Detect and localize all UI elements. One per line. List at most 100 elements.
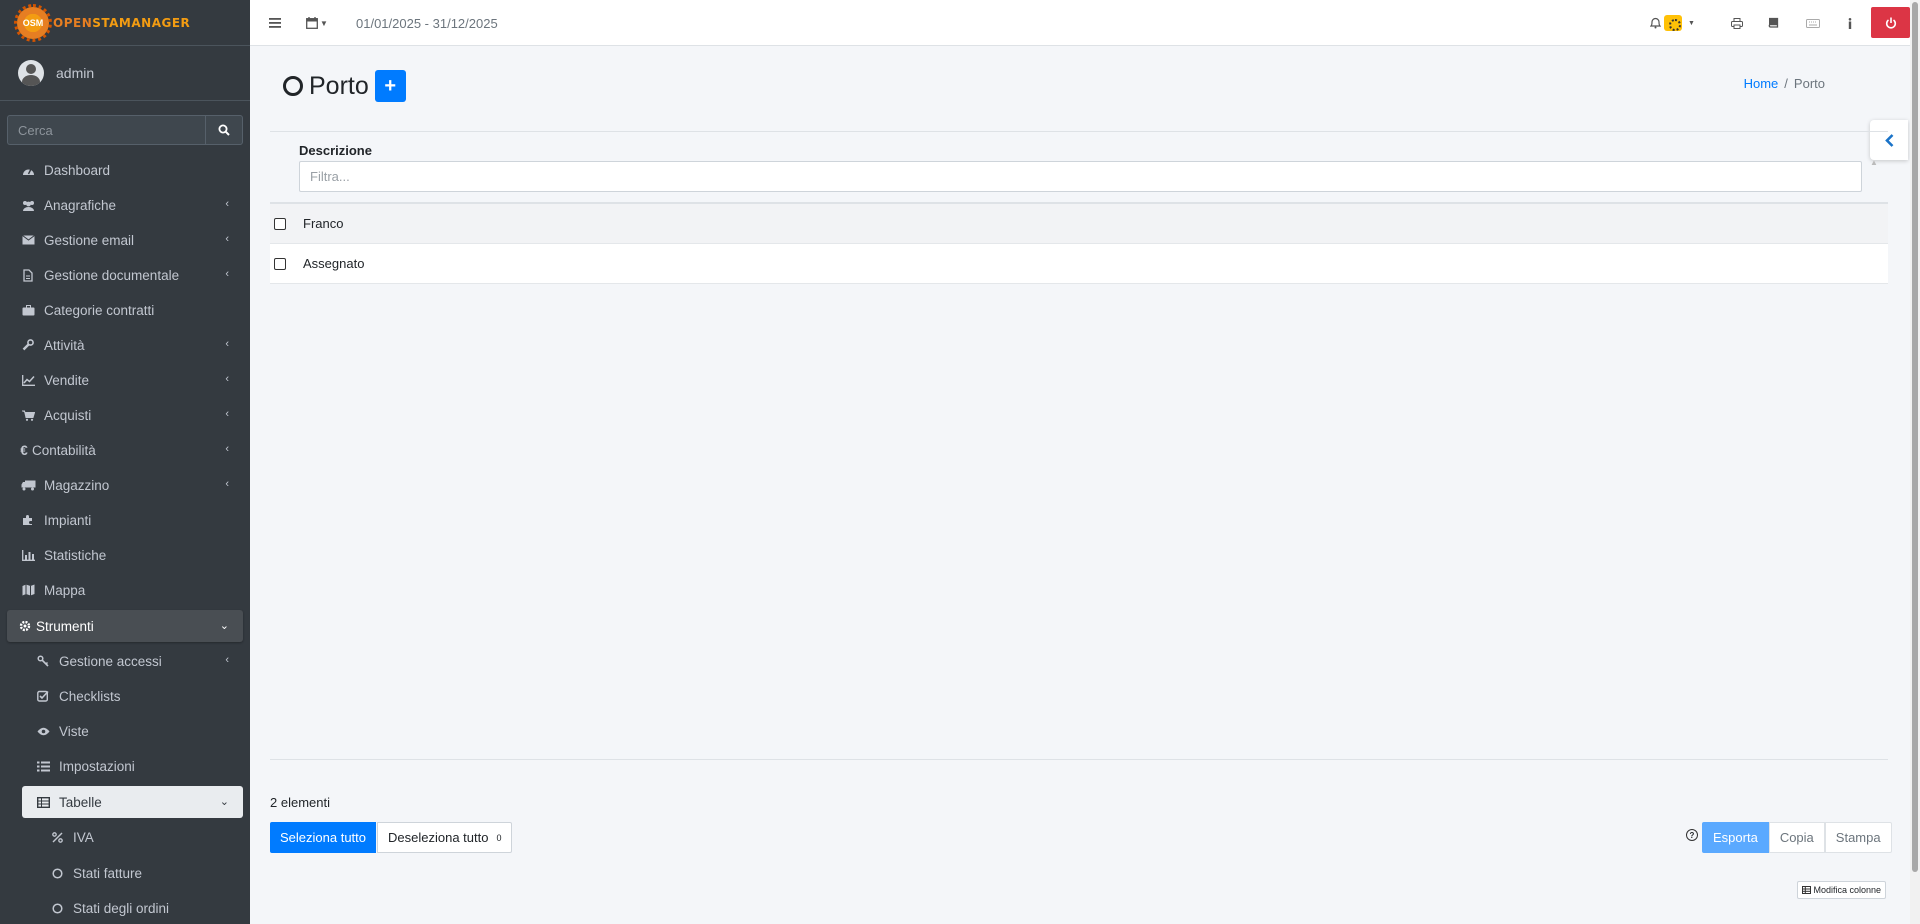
table-row[interactable]: Assegnato (270, 244, 1888, 284)
brand[interactable]: OSM OPENSTAMANAGER (0, 0, 250, 46)
top-navbar: ▼ 01/01/2025 - 31/12/2025 ▼ (250, 0, 1910, 46)
scrollbar-thumb[interactable] (1912, 2, 1918, 872)
select-all-button[interactable]: Seleziona tutto (270, 822, 377, 853)
deselect-all-button[interactable]: Deseleziona tutto 0 (377, 822, 513, 853)
page-scrollbar[interactable] (1910, 0, 1920, 924)
logout-button[interactable] (1871, 7, 1910, 38)
chevron-left-icon: ‹ (225, 268, 229, 280)
cart-icon (19, 410, 37, 421)
chevron-left-icon: ‹ (225, 478, 229, 490)
sidebar-item-tabelle[interactable]: Tabelle ⌄ (22, 786, 243, 818)
breadcrumb: Home / Porto (1744, 76, 1825, 91)
chevron-left-icon: ‹ (225, 373, 229, 385)
row-checkbox[interactable] (274, 257, 286, 270)
envelope-icon (19, 235, 37, 245)
sidebar-item-gestione-documentale[interactable]: Gestione documentale ‹ (7, 259, 243, 291)
sidebar-item-label: Impostazioni (59, 758, 135, 774)
user-name[interactable]: admin (56, 65, 94, 81)
wrench-icon (19, 339, 37, 351)
circle-icon (48, 902, 66, 914)
table-cell-descrizione: Franco (303, 216, 344, 231)
user-panel[interactable]: admin (0, 46, 250, 101)
guide-button[interactable] (1768, 0, 1779, 46)
chevron-down-icon: ⌄ (219, 796, 229, 808)
table-row[interactable]: Franco (270, 204, 1888, 244)
page-header: Porto + (283, 70, 406, 102)
sidebar-item-label: Attività (44, 337, 85, 353)
breadcrumb-current: Porto (1793, 76, 1825, 91)
keyboard-icon (1806, 18, 1820, 28)
sidebar-item-gestione-email[interactable]: Gestione email ‹ (7, 224, 243, 256)
notification-spinner-badge (1664, 15, 1682, 31)
export-button-group: Esporta Copia Stampa (1702, 822, 1892, 853)
keyboard-button[interactable] (1806, 0, 1820, 46)
sidebar-item-impianti[interactable]: Impianti (7, 504, 243, 536)
print-button[interactable] (1731, 0, 1743, 46)
sidebar-item-gestione-accessi[interactable]: Gestione accessi ‹ (22, 645, 243, 677)
chevron-down-icon: ⌄ (219, 620, 229, 632)
date-range[interactable]: 01/01/2025 - 31/12/2025 (356, 0, 498, 46)
sort-icon[interactable]: ▲ (1870, 158, 1878, 167)
briefcase-icon (19, 304, 37, 316)
modify-columns-button[interactable]: Modifica colonne (1797, 881, 1886, 899)
calendar-dropdown-button[interactable]: ▼ (306, 0, 328, 46)
search-button[interactable] (205, 115, 243, 145)
sidebar-item-label: Gestione accessi (59, 653, 162, 669)
breadcrumb-separator: / (1784, 76, 1788, 91)
sidebar-item-viste[interactable]: Viste (22, 715, 243, 747)
row-checkbox[interactable] (274, 217, 286, 230)
table-cell-descrizione: Assegnato (303, 256, 365, 271)
sidebar-item-label: Mappa (44, 582, 86, 598)
book-icon (1768, 17, 1779, 28)
menu-toggle-button[interactable] (269, 0, 281, 46)
sidebar-item-impostazioni[interactable]: Impostazioni (22, 750, 243, 782)
info-button[interactable] (1848, 0, 1852, 46)
sidebar-item-dashboard[interactable]: Dashboard (7, 154, 243, 186)
question-icon[interactable]: ? (1686, 829, 1698, 841)
sidebar-item-contabilita[interactable]: € Contabilità ‹ (7, 434, 243, 466)
sidebar-item-attivita[interactable]: Attività ‹ (7, 329, 243, 361)
sidebar-item-statistiche[interactable]: Statistiche (7, 539, 243, 571)
sidebar-item-label: Stati fatture (73, 865, 143, 881)
sidebar-item-vendite[interactable]: Vendite ‹ (7, 364, 243, 396)
sidebar-item-categorie-contratti[interactable]: Categorie contratti (7, 294, 243, 326)
caret-down-icon: ▼ (1688, 19, 1695, 27)
chevron-left-icon: ‹ (225, 338, 229, 350)
sidebar-item-mappa[interactable]: Mappa (7, 574, 243, 606)
selected-count-badge: 0 (496, 832, 502, 843)
add-button[interactable]: + (374, 70, 406, 102)
breadcrumb-home-link[interactable]: Home (1744, 76, 1779, 91)
sidebar-item-checklists[interactable]: Checklists (22, 680, 243, 712)
sidebar-item-label: Strumenti (36, 618, 94, 634)
sidebar-item-iva[interactable]: IVA (36, 821, 243, 853)
sidebar-item-magazzino[interactable]: Magazzino ‹ (7, 469, 243, 501)
print-table-button[interactable]: Stampa (1824, 822, 1892, 853)
sidebar-item-anagrafiche[interactable]: Anagrafiche ‹ (7, 189, 243, 221)
table-bottom-border (270, 759, 1888, 760)
sidebar-item-acquisti[interactable]: Acquisti ‹ (7, 399, 243, 431)
sidebar-item-stati-fatture[interactable]: Stati fatture (36, 857, 243, 889)
map-icon (19, 584, 37, 596)
sidebar-item-label: Stati degli ordini (73, 900, 170, 916)
circle-icon (283, 76, 303, 96)
export-button[interactable]: Esporta (1702, 822, 1769, 853)
column-filter-input[interactable] (299, 161, 1862, 192)
sidebar-item-stati-ordini[interactable]: Stati degli ordini (36, 892, 243, 924)
control-sidebar-toggle[interactable] (1870, 120, 1908, 160)
chevron-left-icon: ‹ (225, 654, 229, 666)
column-header-descrizione[interactable]: Descrizione (299, 143, 372, 158)
sidebar-item-label: Magazzino (44, 477, 110, 493)
cog-icon (19, 620, 31, 632)
sidebar-item-label: Gestione email (44, 232, 135, 248)
puzzle-icon (19, 514, 37, 526)
caret-down-icon: ▼ (320, 18, 328, 28)
hamburger-icon (269, 18, 281, 28)
records-count: 2 elementi (270, 795, 330, 810)
sidebar-item-strumenti[interactable]: Strumenti ⌄ (7, 610, 243, 642)
copy-button[interactable]: Copia (1768, 822, 1825, 853)
sidebar-item-label: Impianti (44, 512, 92, 528)
brand-logo-icon: OSM (14, 3, 52, 42)
sidebar-item-label: Vendite (44, 372, 90, 388)
sidebar-search-input[interactable] (7, 115, 205, 145)
notifications-button[interactable]: ▼ (1650, 0, 1695, 46)
